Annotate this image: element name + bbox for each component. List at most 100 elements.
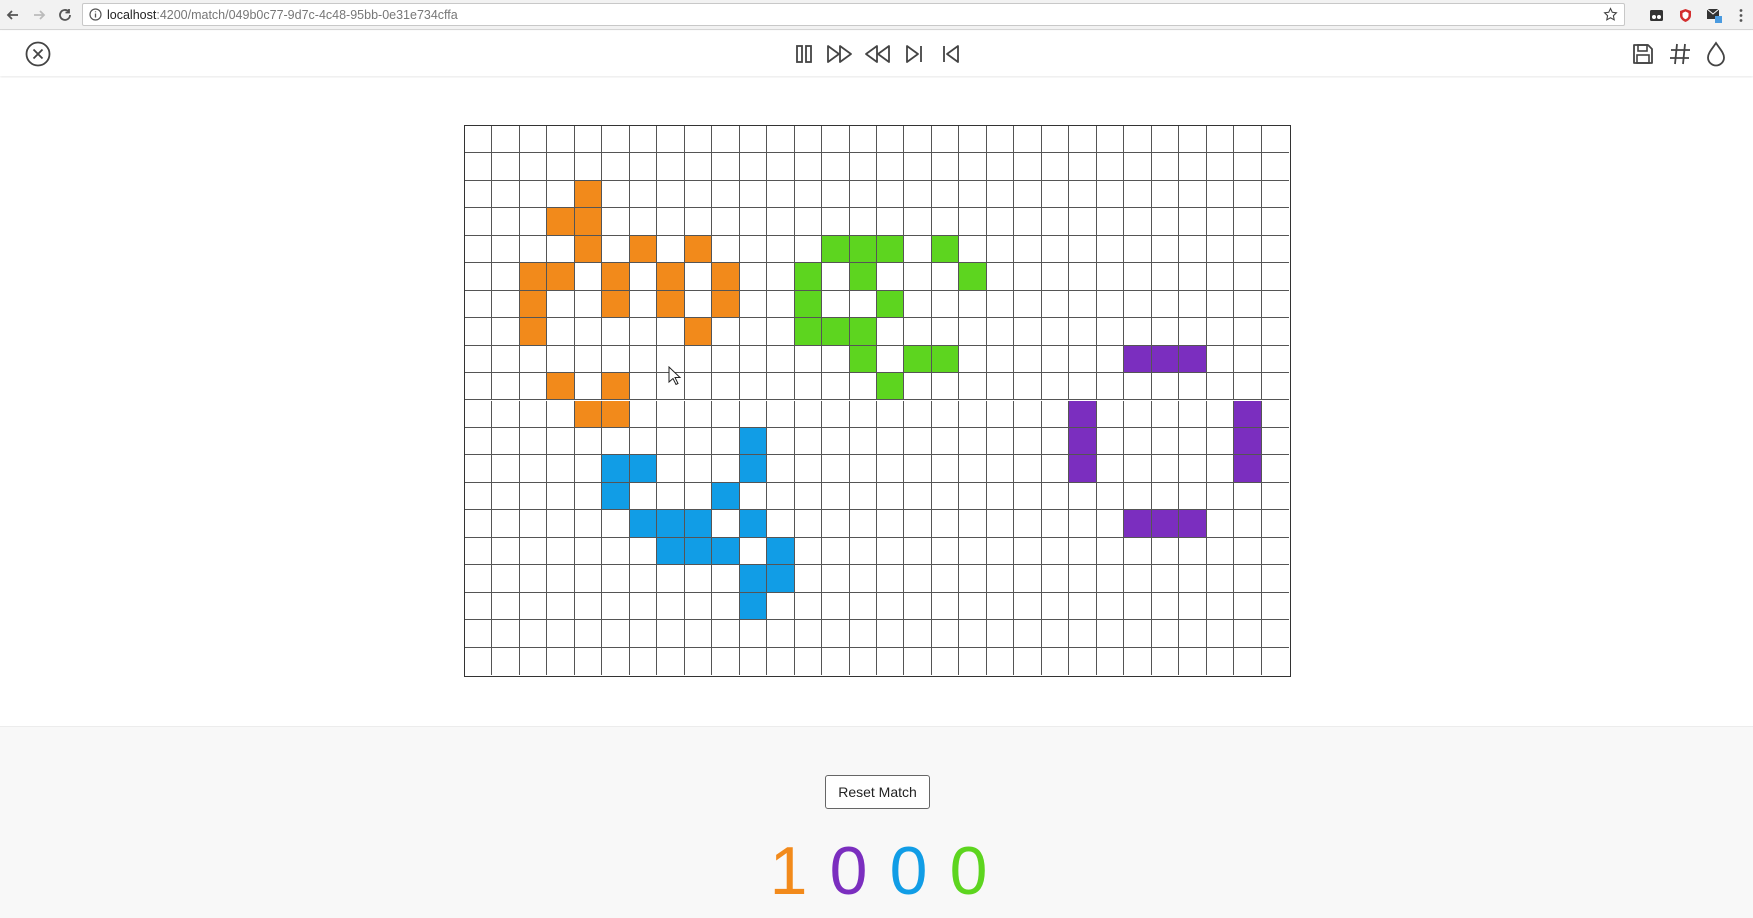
- cell-empty[interactable]: [1124, 537, 1152, 566]
- cell-blue[interactable]: [739, 565, 768, 593]
- cell-empty[interactable]: [849, 482, 877, 511]
- cell-empty[interactable]: [574, 455, 603, 483]
- cell-empty[interactable]: [877, 565, 905, 593]
- cell-empty[interactable]: [931, 537, 960, 566]
- cell-empty[interactable]: [1261, 565, 1289, 593]
- cell-empty[interactable]: [629, 126, 658, 154]
- cell-empty[interactable]: [1096, 180, 1125, 209]
- cell-blue[interactable]: [602, 455, 630, 483]
- cell-empty[interactable]: [1261, 593, 1289, 621]
- cell-empty[interactable]: [959, 345, 987, 374]
- cell-empty[interactable]: [1041, 345, 1070, 374]
- cell-empty[interactable]: [465, 373, 493, 401]
- cell-orange[interactable]: [684, 235, 713, 264]
- cell-empty[interactable]: [684, 620, 713, 648]
- cell-empty[interactable]: [986, 235, 1015, 264]
- cell-empty[interactable]: [629, 318, 658, 346]
- cell-empty[interactable]: [739, 373, 768, 401]
- cell-empty[interactable]: [1234, 482, 1262, 511]
- cell-empty[interactable]: [1096, 153, 1125, 181]
- cell-orange[interactable]: [519, 318, 548, 346]
- cell-empty[interactable]: [657, 620, 685, 648]
- cell-empty[interactable]: [877, 263, 905, 291]
- cell-empty[interactable]: [1261, 208, 1289, 236]
- cell-empty[interactable]: [1069, 180, 1097, 209]
- cell-empty[interactable]: [1124, 482, 1152, 511]
- cell-empty[interactable]: [465, 345, 493, 374]
- cell-purple[interactable]: [1151, 345, 1180, 374]
- cell-empty[interactable]: [1014, 620, 1042, 648]
- cell-empty[interactable]: [1151, 400, 1180, 428]
- cell-empty[interactable]: [574, 290, 603, 319]
- cell-orange[interactable]: [629, 235, 658, 264]
- cell-purple[interactable]: [1124, 510, 1152, 538]
- cell-empty[interactable]: [1234, 235, 1262, 264]
- cell-orange[interactable]: [574, 180, 603, 209]
- cell-empty[interactable]: [1014, 290, 1042, 319]
- cell-empty[interactable]: [574, 126, 603, 154]
- cell-empty[interactable]: [1206, 290, 1235, 319]
- cell-empty[interactable]: [1124, 592, 1152, 621]
- cell-empty[interactable]: [712, 565, 740, 593]
- cell-empty[interactable]: [1206, 263, 1235, 291]
- cell-empty[interactable]: [712, 235, 740, 264]
- cell-empty[interactable]: [794, 180, 823, 209]
- cell-orange[interactable]: [547, 263, 575, 291]
- cell-empty[interactable]: [1069, 647, 1097, 675]
- cell-empty[interactable]: [492, 400, 520, 428]
- cell-empty[interactable]: [767, 345, 795, 374]
- cell-empty[interactable]: [519, 427, 548, 456]
- close-icon[interactable]: [22, 38, 54, 70]
- cell-empty[interactable]: [877, 153, 905, 181]
- cell-empty[interactable]: [739, 126, 768, 154]
- cell-empty[interactable]: [986, 510, 1015, 538]
- cell-empty[interactable]: [657, 400, 685, 428]
- cell-empty[interactable]: [767, 290, 795, 319]
- cell-blue[interactable]: [712, 537, 740, 566]
- cell-empty[interactable]: [877, 537, 905, 566]
- cell-empty[interactable]: [1206, 537, 1235, 566]
- cell-empty[interactable]: [657, 126, 685, 154]
- cell-empty[interactable]: [1151, 263, 1180, 291]
- cell-empty[interactable]: [657, 208, 685, 236]
- cell-empty[interactable]: [1207, 647, 1235, 675]
- cell-empty[interactable]: [1124, 208, 1152, 236]
- cell-green[interactable]: [849, 345, 877, 374]
- cell-empty[interactable]: [822, 400, 850, 428]
- cell-green[interactable]: [931, 235, 960, 264]
- cell-empty[interactable]: [629, 290, 658, 319]
- cell-empty[interactable]: [547, 180, 575, 209]
- cell-empty[interactable]: [739, 318, 768, 346]
- cell-empty[interactable]: [1261, 126, 1289, 154]
- cell-empty[interactable]: [1041, 208, 1070, 236]
- cell-green[interactable]: [822, 235, 850, 264]
- cell-empty[interactable]: [877, 208, 905, 236]
- cell-empty[interactable]: [1261, 538, 1289, 566]
- cell-empty[interactable]: [1261, 181, 1289, 209]
- cell-empty[interactable]: [602, 620, 630, 648]
- cell-empty[interactable]: [1234, 510, 1262, 538]
- cell-empty[interactable]: [1096, 400, 1125, 428]
- cell-empty[interactable]: [931, 180, 960, 209]
- cell-empty[interactable]: [849, 620, 877, 648]
- cell-empty[interactable]: [822, 647, 850, 675]
- cell-empty[interactable]: [629, 620, 658, 648]
- cell-empty[interactable]: [822, 455, 850, 483]
- cell-purple[interactable]: [1234, 455, 1262, 483]
- cell-empty[interactable]: [959, 482, 987, 511]
- cell-empty[interactable]: [931, 263, 960, 291]
- cell-orange[interactable]: [574, 208, 603, 236]
- cell-empty[interactable]: [1179, 126, 1207, 154]
- cell-empty[interactable]: [1206, 180, 1235, 209]
- cell-empty[interactable]: [877, 647, 905, 675]
- cell-empty[interactable]: [1014, 427, 1042, 456]
- cell-empty[interactable]: [492, 455, 520, 483]
- cell-empty[interactable]: [684, 208, 713, 236]
- info-icon[interactable]: [89, 8, 102, 26]
- cell-empty[interactable]: [684, 263, 713, 291]
- cell-empty[interactable]: [959, 592, 987, 621]
- cell-empty[interactable]: [1069, 510, 1097, 538]
- cell-empty[interactable]: [629, 153, 658, 181]
- cell-green[interactable]: [849, 235, 877, 264]
- cell-empty[interactable]: [1069, 620, 1097, 648]
